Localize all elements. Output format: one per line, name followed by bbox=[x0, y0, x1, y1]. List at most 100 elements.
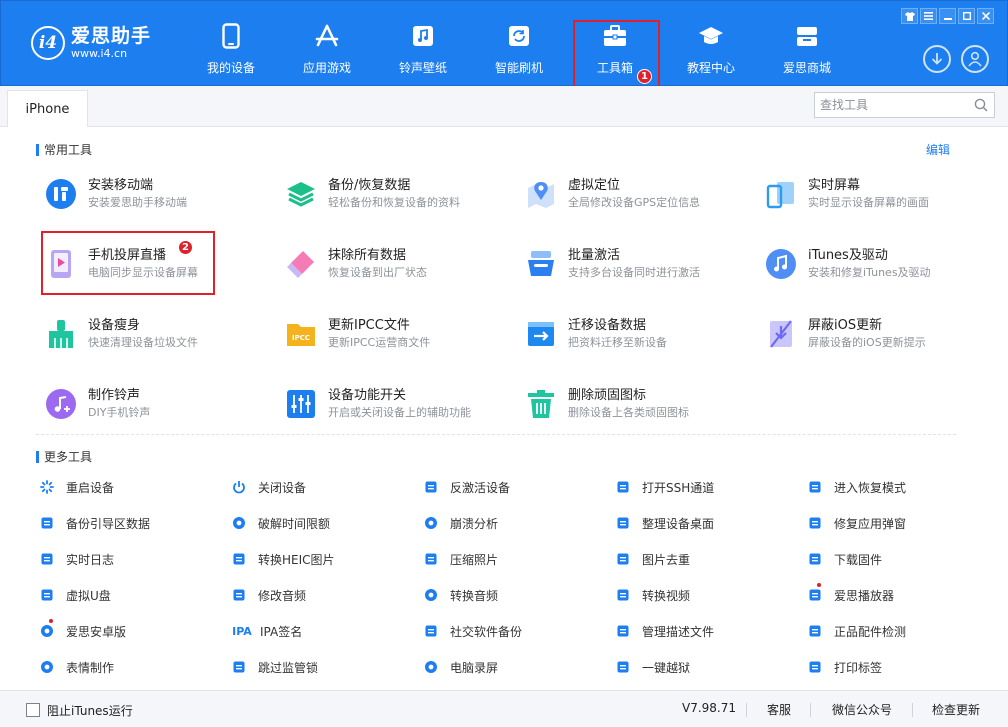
download-manager-button[interactable] bbox=[923, 45, 951, 73]
backup-icon bbox=[40, 516, 54, 530]
more-tool-item[interactable]: 下载固件 bbox=[808, 549, 882, 569]
more-tool-item[interactable]: 虚拟U盘 bbox=[40, 585, 111, 605]
nav-tutorials[interactable]: 教程中心 bbox=[663, 1, 759, 87]
more-tool-item[interactable]: 重启设备 bbox=[40, 477, 114, 497]
more-tool-item[interactable]: 实时日志 bbox=[40, 549, 114, 569]
nav-label: 爱思商城 bbox=[782, 61, 831, 75]
wechat-link[interactable]: 微信公众号 bbox=[832, 701, 892, 718]
more-tool-item[interactable]: 电脑录屏 bbox=[424, 657, 498, 677]
nav-label: 我的设备 bbox=[206, 61, 255, 75]
tool-desc: 开启或关闭设备上的辅助功能 bbox=[328, 406, 471, 419]
tool-search-input[interactable] bbox=[820, 98, 970, 112]
more-tool-label: 破解时间限额 bbox=[258, 516, 331, 531]
search-icon[interactable] bbox=[974, 98, 988, 115]
tool-title: 设备功能开关 bbox=[328, 388, 407, 403]
more-tool-item[interactable]: 崩溃分析 bbox=[424, 513, 498, 533]
more-tool-item[interactable]: 社交软件备份 bbox=[424, 621, 522, 641]
more-tool-item[interactable]: 备份引导区数据 bbox=[40, 513, 150, 533]
tool-migrate-data[interactable]: 迁移设备数据 把资料迁移至新设备 bbox=[524, 310, 744, 358]
more-tool-item[interactable]: 压缩照片 bbox=[424, 549, 498, 569]
more-tool-item[interactable]: 进入恢复模式 bbox=[808, 477, 906, 497]
more-tool-item[interactable]: 关闭设备 bbox=[232, 477, 306, 497]
tool-device-slimming[interactable]: 设备瘦身 快速清理设备垃圾文件 bbox=[44, 310, 264, 358]
tool-make-ringtone[interactable]: 制作铃声 DIY手机铃声 bbox=[44, 380, 264, 428]
more-tool-item[interactable]: 打印标签 bbox=[808, 657, 882, 677]
tool-desc: 实时显示设备屏幕的画面 bbox=[808, 196, 929, 209]
tool-erase-all-data[interactable]: 抹除所有数据 恢复设备到出厂状态 bbox=[284, 240, 504, 288]
logo-badge: i4 bbox=[31, 26, 65, 60]
more-tool-item[interactable]: 表情制作 bbox=[40, 657, 114, 677]
more-tool-item[interactable]: 破解时间限额 bbox=[232, 513, 330, 533]
more-tool-item[interactable]: 转换视频 bbox=[616, 585, 690, 605]
tool-title: 制作铃声 bbox=[88, 388, 141, 403]
tool-batch-activate[interactable]: 批量激活 支持多台设备同时进行激活 bbox=[524, 240, 744, 288]
shirt-icon[interactable] bbox=[901, 8, 918, 24]
new-dot bbox=[49, 619, 53, 623]
footer-divider bbox=[746, 703, 747, 717]
more-tool-item[interactable]: 整理设备桌面 bbox=[616, 513, 714, 533]
more-tool-item[interactable]: 爱思播放器 bbox=[808, 583, 894, 605]
more-tool-item[interactable]: 修复应用弹窗 bbox=[808, 513, 906, 533]
more-tool-item[interactable]: 修改音频 bbox=[232, 585, 306, 605]
tool-title: 更新IPCC文件 bbox=[328, 318, 410, 333]
tool-itunes-driver[interactable]: iTunes及驱动 安装和修复iTunes及驱动 bbox=[764, 240, 984, 288]
more-tool-item[interactable]: 反激活设备 bbox=[424, 477, 510, 497]
live-screen-icon bbox=[764, 177, 798, 211]
tool-title: 迁移设备数据 bbox=[568, 318, 647, 333]
player-icon bbox=[808, 583, 822, 602]
tool-search-box bbox=[814, 92, 995, 118]
eraser-icon bbox=[284, 247, 318, 281]
tool-backup-restore[interactable]: 备份/恢复数据 轻松备份和恢复设备的资料 bbox=[284, 170, 504, 218]
more-tool-item[interactable]: 转换HEIC图片 bbox=[232, 549, 335, 569]
more-tool-item[interactable]: 转换音频 bbox=[424, 585, 498, 605]
nav-shop[interactable]: 爱思商城 bbox=[759, 1, 855, 87]
usb-icon bbox=[40, 588, 54, 602]
more-tool-item[interactable]: 管理描述文件 bbox=[616, 621, 714, 641]
tool-function-switch[interactable]: 设备功能开关开启或关闭设备上的辅助功能 bbox=[284, 380, 504, 428]
tool-update-ipcc[interactable]: IPCC 更新IPCC文件 更新IPCC运营商文件 bbox=[284, 310, 504, 358]
tab-iphone[interactable]: iPhone bbox=[7, 90, 88, 128]
tool-live-screen[interactable]: 实时屏幕 实时显示设备屏幕的画面 bbox=[764, 170, 984, 218]
nav-my-device[interactable]: 我的设备 bbox=[183, 1, 279, 87]
more-tool-item[interactable]: 一键越狱 bbox=[616, 657, 690, 677]
nav-apps[interactable]: 应用游戏 bbox=[279, 1, 375, 87]
more-tool-item[interactable]: 图片去重 bbox=[616, 549, 690, 569]
nav-ringtones[interactable]: 铃声壁纸 bbox=[375, 1, 471, 87]
accessory-icon bbox=[808, 624, 822, 638]
more-tools-title: 更多工具 bbox=[36, 448, 92, 465]
maximize-icon[interactable] bbox=[958, 8, 975, 24]
tool-install-mobile[interactable]: 安装移动端 安装爱思助手移动端 bbox=[44, 170, 264, 218]
tool-virtual-location[interactable]: 虚拟定位 全局修改设备GPS定位信息 bbox=[524, 170, 744, 218]
user-account-button[interactable] bbox=[961, 45, 989, 73]
photo-icon bbox=[424, 552, 438, 566]
minimize-icon[interactable] bbox=[939, 8, 956, 24]
more-tool-label: 图片去重 bbox=[642, 552, 691, 567]
nav-flash[interactable]: 智能刷机 bbox=[471, 1, 567, 87]
tool-delete-stubborn-icon[interactable]: 删除顽固图标 删除设备上各类顽固图标 bbox=[524, 380, 744, 428]
tool-desc: 更新IPCC运营商文件 bbox=[328, 336, 431, 349]
more-tool-item[interactable]: IPA IPA签名 bbox=[232, 621, 302, 641]
phone-icon bbox=[222, 21, 240, 51]
new-dot bbox=[817, 583, 821, 587]
more-tool-item[interactable]: 正品配件检测 bbox=[808, 621, 906, 641]
edit-link[interactable]: 编辑 bbox=[926, 141, 950, 158]
video-convert-icon bbox=[616, 588, 630, 602]
more-tool-item[interactable]: 打开SSH通道 bbox=[616, 477, 714, 497]
sliders-icon bbox=[284, 387, 318, 421]
app-logo[interactable]: i4 爱思助手 www.i4.cn bbox=[31, 25, 151, 61]
user-icon bbox=[968, 51, 982, 67]
service-link[interactable]: 客服 bbox=[767, 701, 791, 718]
convert-image-icon bbox=[232, 552, 246, 566]
close-icon[interactable] bbox=[977, 8, 994, 24]
tool-block-ios-update[interactable]: 屏蔽iOS更新 屏蔽设备的iOS更新提示 bbox=[764, 310, 984, 358]
more-tool-label: 表情制作 bbox=[66, 660, 115, 675]
more-tool-item[interactable]: 跳过监管锁 bbox=[232, 657, 318, 677]
main-nav: 我的设备 应用游戏 铃声壁纸 智能刷机 工具箱 教程中心 爱思商城 bbox=[183, 1, 855, 87]
layers-icon bbox=[284, 177, 318, 211]
block-itunes-checkbox[interactable] bbox=[26, 703, 40, 717]
list-icon[interactable] bbox=[920, 8, 937, 24]
broom-icon bbox=[44, 317, 78, 351]
callout-badge-1: 1 bbox=[637, 69, 652, 84]
check-update-link[interactable]: 检查更新 bbox=[932, 701, 980, 718]
more-tool-item[interactable]: 爱思安卓版 bbox=[40, 619, 126, 641]
